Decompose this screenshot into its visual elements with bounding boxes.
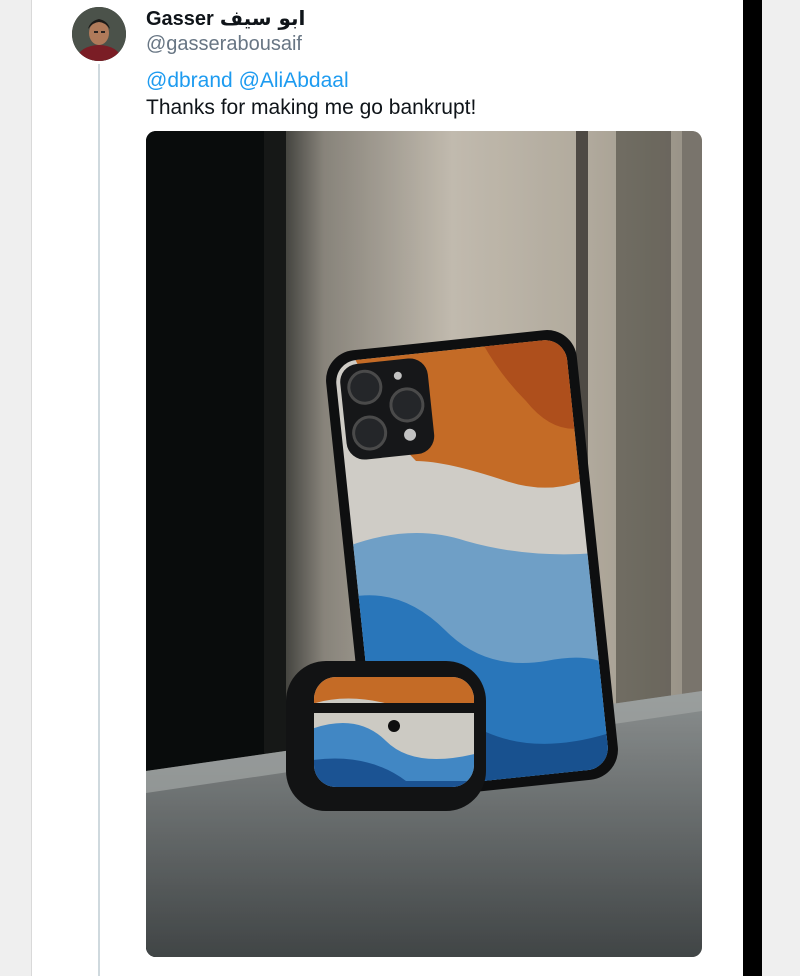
tweet-text: Thanks for making me go bankrupt! xyxy=(146,96,477,119)
tweet-media[interactable] xyxy=(146,131,702,957)
author-name-latin: Gasser xyxy=(146,8,214,30)
page-background xyxy=(762,0,800,976)
mention-dbrand[interactable]: @dbrand xyxy=(146,69,233,92)
profile-photo-icon xyxy=(72,7,126,61)
window-edge xyxy=(743,0,762,976)
mention-aliabdaal[interactable]: @AliAbdaal xyxy=(239,69,349,92)
thread-line xyxy=(98,64,100,976)
author-handle[interactable]: @gasserabousaif xyxy=(146,33,302,56)
author-name-arabic: ابو سيف xyxy=(219,6,306,30)
reply-mentions: @dbrand @AliAbdaal xyxy=(146,69,349,93)
avatar[interactable] xyxy=(72,7,126,61)
photo-of-phone-and-earbuds-case-icon xyxy=(146,131,702,957)
author-name[interactable]: Gasser ابو سيف xyxy=(146,6,305,31)
